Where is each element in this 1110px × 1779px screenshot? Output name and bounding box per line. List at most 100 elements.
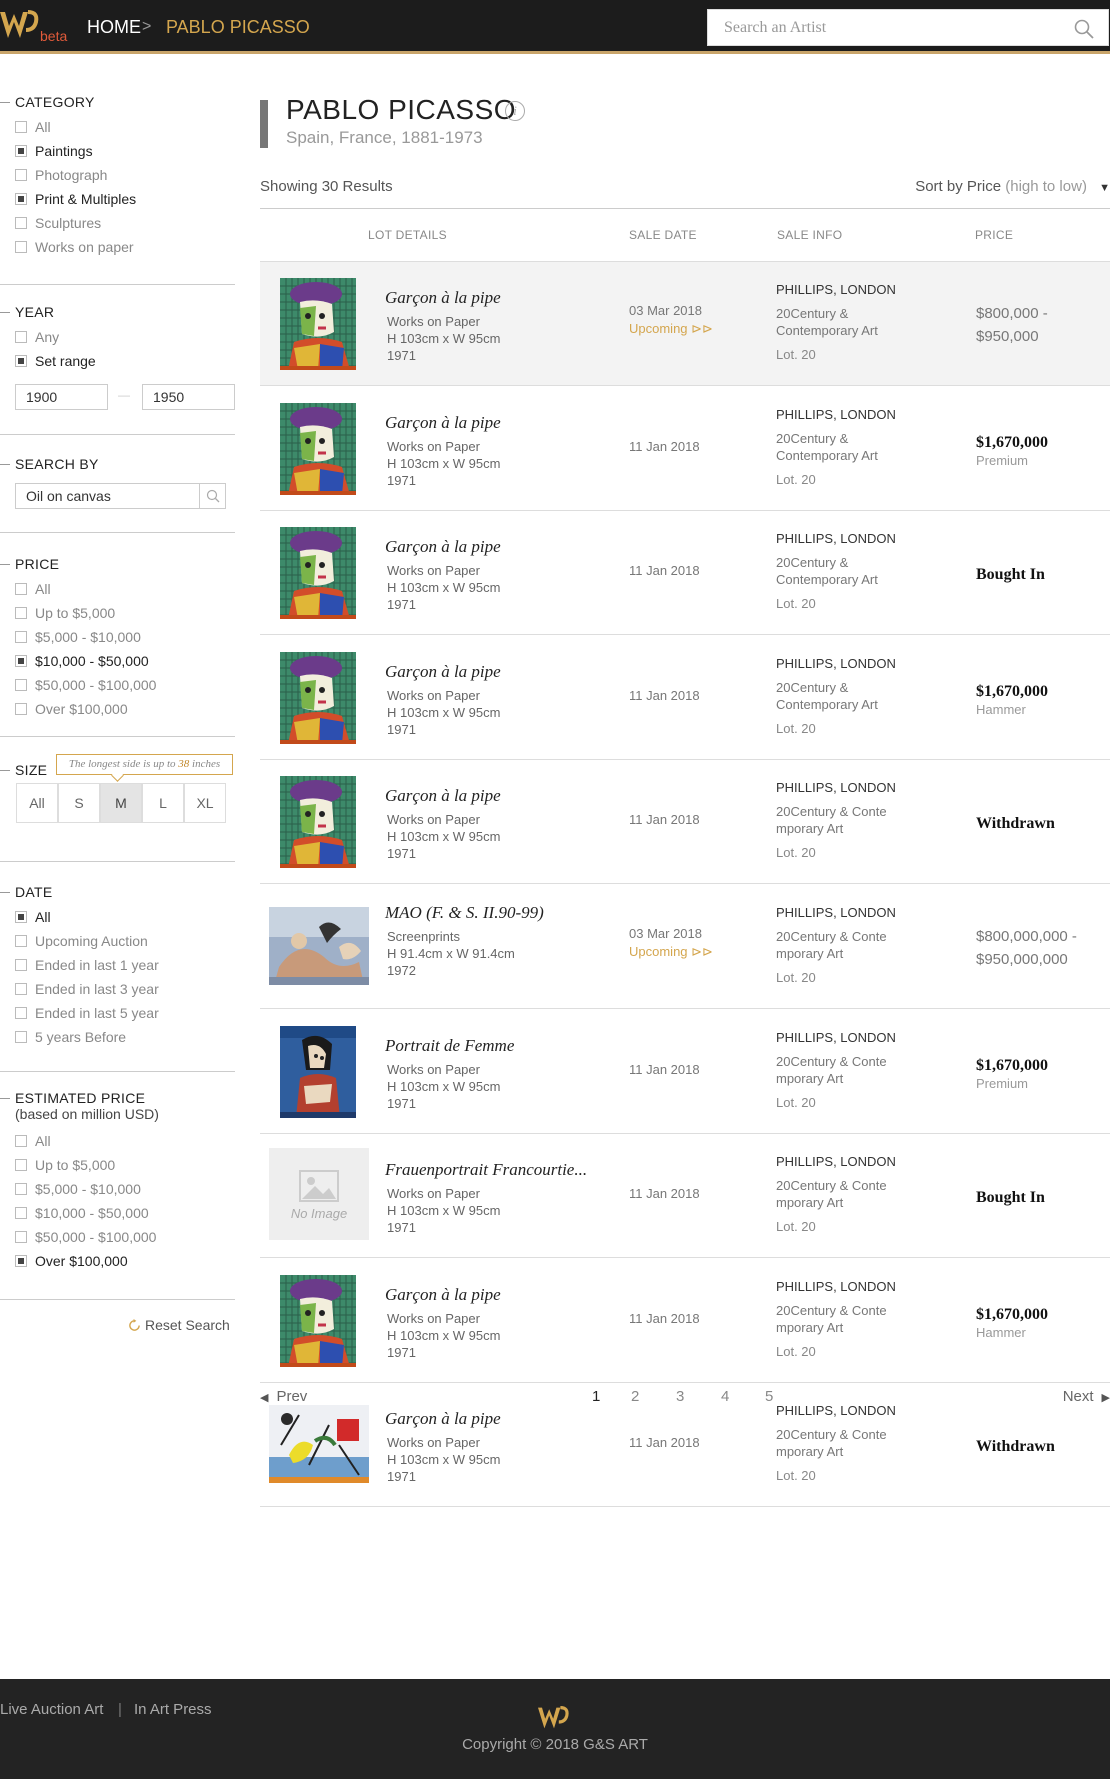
auction-house[interactable]: PHILLIPS, LONDON <box>776 1154 896 1169</box>
filter-option[interactable]: Ended in last 1 year <box>15 956 159 974</box>
auction-house[interactable]: PHILLIPS, LONDON <box>776 780 896 795</box>
year-from-input[interactable]: 1900 <box>15 384 108 410</box>
filter-option[interactable]: Up to $5,000 <box>15 604 115 622</box>
checkbox[interactable] <box>15 655 27 667</box>
checkbox[interactable] <box>15 1255 27 1267</box>
filter-option[interactable]: Over $100,000 <box>15 1252 128 1270</box>
filter-option[interactable]: Up to $5,000 <box>15 1156 115 1174</box>
checkbox[interactable] <box>15 169 27 181</box>
auction-house[interactable]: PHILLIPS, LONDON <box>776 407 896 422</box>
filter-option[interactable]: Ended in last 5 year <box>15 1004 159 1022</box>
size-option-l[interactable]: L <box>142 783 184 823</box>
lot-title[interactable]: Garçon à la pipe <box>385 537 501 557</box>
auction-house[interactable]: PHILLIPS, LONDON <box>776 531 896 546</box>
checkbox[interactable] <box>15 193 27 205</box>
filter-option[interactable]: Works on paper <box>15 238 134 256</box>
filter-option[interactable]: $50,000 - $100,000 <box>15 1228 156 1246</box>
artist-search-input[interactable] <box>708 10 1108 45</box>
filter-option[interactable]: Upcoming Auction <box>15 932 148 950</box>
auction-house[interactable]: PHILLIPS, LONDON <box>776 282 896 297</box>
auction-house[interactable]: PHILLIPS, LONDON <box>776 656 896 671</box>
size-option-m[interactable]: M <box>100 783 142 823</box>
size-option-s[interactable]: S <box>58 783 100 823</box>
lot-row[interactable]: No Image Frauenportrait Francourtie... Wor… <box>260 1134 1110 1258</box>
lot-title[interactable]: Garçon à la pipe <box>385 1285 501 1305</box>
lot-thumbnail[interactable] <box>280 1275 356 1367</box>
lot-row[interactable]: Portrait de Femme Works on Paper H 103cm x… <box>260 1010 1110 1134</box>
lot-title[interactable]: Frauenportrait Francourtie... <box>385 1160 587 1180</box>
lot-thumbnail[interactable] <box>269 907 369 985</box>
lot-thumbnail[interactable]: No Image <box>269 1148 369 1240</box>
reset-search-button[interactable]: Reset Search <box>128 1317 230 1333</box>
filter-option[interactable]: All <box>15 118 51 136</box>
search-by-input[interactable]: Oil on canvas <box>26 488 111 504</box>
upcoming-link[interactable]: Upcoming ⊳⊳ <box>629 321 713 337</box>
checkbox[interactable] <box>15 583 27 595</box>
checkbox[interactable] <box>15 355 27 367</box>
checkbox[interactable] <box>15 631 27 643</box>
checkbox[interactable] <box>15 1031 27 1043</box>
filter-option[interactable]: $10,000 - $50,000 <box>15 1204 149 1222</box>
filter-option[interactable]: Sculptures <box>15 214 101 232</box>
lot-row[interactable]: Garçon à la pipe Works on Paper H 103cm x … <box>260 1259 1110 1383</box>
page-number[interactable]: 3 <box>676 1388 684 1405</box>
filter-option[interactable]: 5 years Before <box>15 1028 126 1046</box>
upcoming-link[interactable]: Upcoming ⊳⊳ <box>629 944 713 960</box>
filter-option[interactable]: Photograph <box>15 166 107 184</box>
filter-option[interactable]: Ended in last 3 year <box>15 980 159 998</box>
checkbox[interactable] <box>15 703 27 715</box>
checkbox[interactable] <box>15 121 27 133</box>
checkbox[interactable] <box>15 241 27 253</box>
checkbox[interactable] <box>15 145 27 157</box>
next-button[interactable]: Next ▶ <box>1063 1388 1110 1405</box>
lot-title[interactable]: Garçon à la pipe <box>385 1409 501 1429</box>
filter-option[interactable]: Any <box>15 328 59 346</box>
checkbox[interactable] <box>15 331 27 343</box>
lot-title[interactable]: Garçon à la pipe <box>385 786 501 806</box>
info-icon[interactable]: i <box>505 101 525 121</box>
sort-dropdown[interactable]: Sort by Price (high to low) ▼ <box>915 178 1110 195</box>
lot-title[interactable]: Garçon à la pipe <box>385 662 501 682</box>
page-number[interactable]: 2 <box>631 1388 639 1405</box>
auction-house[interactable]: PHILLIPS, LONDON <box>776 1279 896 1294</box>
checkbox[interactable] <box>15 1231 27 1243</box>
checkbox[interactable] <box>15 1207 27 1219</box>
checkbox[interactable] <box>15 1135 27 1147</box>
lot-title[interactable]: MAO (F. & S. II.90-99) <box>385 903 544 923</box>
filter-option[interactable]: All <box>15 908 51 926</box>
filter-option[interactable]: $5,000 - $10,000 <box>15 1180 141 1198</box>
checkbox[interactable] <box>15 1007 27 1019</box>
lot-thumbnail[interactable] <box>269 1405 369 1483</box>
lot-thumbnail[interactable] <box>280 278 356 370</box>
footer-link-live-auction[interactable]: Live Auction Art <box>0 1701 103 1718</box>
lot-thumbnail[interactable] <box>280 527 356 619</box>
auction-house[interactable]: PHILLIPS, LONDON <box>776 1030 896 1045</box>
lot-title[interactable]: Garçon à la pipe <box>385 413 501 433</box>
lot-thumbnail[interactable] <box>280 403 356 495</box>
filter-option[interactable]: $5,000 - $10,000 <box>15 628 141 646</box>
auction-house[interactable]: PHILLIPS, LONDON <box>776 1403 896 1418</box>
lot-thumbnail[interactable] <box>280 776 356 868</box>
lot-title[interactable]: Portrait de Femme <box>385 1036 514 1056</box>
search-icon[interactable] <box>1074 19 1094 39</box>
prev-button[interactable]: ◀ Prev <box>260 1388 307 1405</box>
checkbox[interactable] <box>15 983 27 995</box>
lot-row[interactable]: Garçon à la pipe Works on Paper H 103cm x … <box>260 1383 1110 1507</box>
lot-row[interactable]: Garçon à la pipe Works on Paper H 103cm x … <box>260 636 1110 760</box>
checkbox[interactable] <box>15 1183 27 1195</box>
lot-row[interactable]: Garçon à la pipe Works on Paper H 103cm x … <box>260 511 1110 635</box>
checkbox[interactable] <box>15 1159 27 1171</box>
filter-option[interactable]: $10,000 - $50,000 <box>15 652 149 670</box>
checkbox[interactable] <box>15 959 27 971</box>
filter-option[interactable]: All <box>15 580 51 598</box>
lot-row[interactable]: Garçon à la pipe Works on Paper H 103cm x … <box>260 387 1110 511</box>
filter-option[interactable]: Set range <box>15 352 96 370</box>
search-by-button[interactable] <box>199 484 225 508</box>
page-number[interactable]: 1 <box>592 1388 600 1405</box>
year-to-input[interactable]: 1950 <box>142 384 235 410</box>
filter-option[interactable]: All <box>15 1132 51 1150</box>
checkbox[interactable] <box>15 911 27 923</box>
auction-house[interactable]: PHILLIPS, LONDON <box>776 905 896 920</box>
filter-option[interactable]: $50,000 - $100,000 <box>15 676 156 694</box>
size-option-xl[interactable]: XL <box>184 783 226 823</box>
